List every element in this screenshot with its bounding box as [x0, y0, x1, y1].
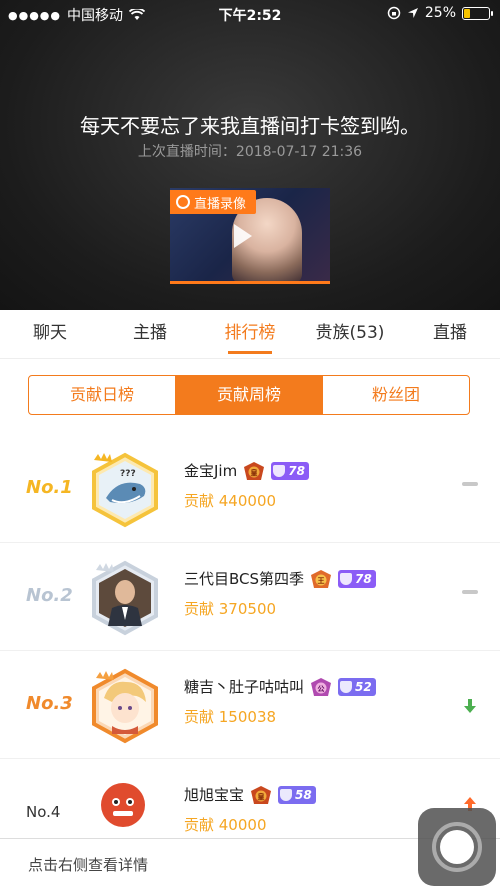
battery-level — [464, 8, 470, 18]
contribution-value: 贡献 370500 — [184, 600, 277, 618]
user-name: 金宝Jim — [184, 462, 238, 480]
tab-chat[interactable]: 聊天 — [14, 310, 86, 358]
noble-king-badge-icon: 皇 — [251, 785, 272, 804]
level-badge: 78 — [271, 461, 309, 480]
battery-percent: 25% — [424, 5, 456, 21]
active-tab-indicator — [228, 351, 272, 354]
replay-tag: 直播录像 — [170, 190, 257, 214]
avatar[interactable]: ??? — [90, 452, 160, 528]
announcement-text: 每天不要忘了来我直播间打卡签到哟。 — [80, 114, 420, 138]
avatar[interactable] — [100, 782, 146, 828]
status-bar: ●●●●● 中国移动 下午2:52 25% — [0, 0, 500, 28]
rank-number: No.3 — [26, 693, 73, 714]
footer-hint: 点击右侧查看详情 — [28, 856, 149, 874]
rotation-lock-icon — [387, 6, 401, 20]
level-shield-icon — [340, 572, 353, 585]
ranking-segment-control: 贡献日榜 贡献周榜 粉丝团 — [28, 375, 470, 415]
user-name: 三代目BCS第四季 — [184, 570, 305, 588]
assistive-dot-icon — [440, 830, 474, 864]
noble-wang-badge-icon: 王 — [311, 569, 332, 588]
assistive-touch-button[interactable] — [418, 808, 496, 886]
svg-text:???: ??? — [120, 469, 136, 479]
segment-weekly[interactable]: 贡献周榜 — [176, 376, 323, 414]
user-name-line: 金宝Jim 皇 78 — [184, 460, 309, 481]
contribution-value: 贡献 440000 — [184, 492, 277, 510]
ranking-row[interactable]: No.2 三代目BCS第四季 王 78 贡献 370500 — [0, 542, 500, 651]
svg-text:皇: 皇 — [251, 468, 258, 477]
level-badge: 78 — [338, 569, 376, 588]
ranking-row[interactable]: No.3 糖吉丶肚子咕咕叫 公 52 贡献 150038 — [0, 650, 500, 759]
svg-text:皇: 皇 — [258, 792, 265, 801]
level-shield-icon — [340, 680, 353, 693]
location-icon — [407, 8, 418, 18]
noble-king-badge-icon: 皇 — [244, 461, 265, 480]
noble-gong-badge-icon: 公 — [311, 677, 332, 696]
user-name-line: 糖吉丶肚子咕咕叫 公 52 — [184, 676, 376, 697]
user-name: 旭旭宝宝 — [184, 786, 245, 804]
avatar[interactable] — [90, 560, 160, 636]
user-name-line: 旭旭宝宝 皇 58 — [184, 784, 316, 805]
battery-icon — [462, 6, 493, 20]
live-banner: 每天不要忘了来我直播间打卡签到哟。 上次直播时间：2018-07-17 21:3… — [0, 0, 500, 310]
tab-nobles[interactable]: 贵族(53) — [304, 310, 396, 358]
segment-fan-club[interactable]: 粉丝团 — [323, 376, 469, 414]
rank-number: No.2 — [26, 585, 73, 606]
svg-text:王: 王 — [318, 577, 325, 585]
level-value: 58 — [295, 787, 312, 802]
trend-same-icon — [462, 590, 478, 594]
level-shield-icon — [280, 788, 293, 801]
level-shield-icon — [273, 464, 286, 477]
tab-live[interactable]: 直播 — [414, 310, 486, 358]
segment-daily[interactable]: 贡献日榜 — [29, 376, 176, 414]
last-live-time: 上次直播时间：2018-07-17 21:36 — [137, 144, 363, 160]
level-value: 52 — [355, 679, 372, 694]
user-name-line: 三代目BCS第四季 王 78 — [184, 568, 376, 589]
trend-down-icon — [464, 699, 476, 713]
video-progress-bar — [170, 281, 330, 284]
svg-text:公: 公 — [318, 685, 325, 693]
replay-tag-label: 直播录像 — [194, 196, 247, 212]
contribution-value: 贡献 150038 — [184, 708, 277, 726]
ranking-row[interactable]: No.1 ??? 金宝Jim 皇 78 贡献 440000 — [0, 434, 500, 543]
trend-same-icon — [462, 482, 478, 486]
level-value: 78 — [355, 571, 372, 586]
level-value: 78 — [288, 463, 305, 478]
avatar[interactable] — [90, 668, 160, 744]
level-badge: 52 — [338, 677, 376, 696]
tab-anchor[interactable]: 主播 — [114, 310, 186, 358]
replay-thumbnail[interactable]: 直播录像 — [170, 188, 330, 284]
contribution-value: 贡献 40000 — [184, 816, 267, 834]
record-icon — [176, 195, 190, 209]
play-icon[interactable] — [234, 224, 252, 248]
user-name: 糖吉丶肚子咕咕叫 — [184, 678, 305, 696]
level-badge: 58 — [278, 785, 316, 804]
rank-number: No.1 — [26, 477, 73, 498]
